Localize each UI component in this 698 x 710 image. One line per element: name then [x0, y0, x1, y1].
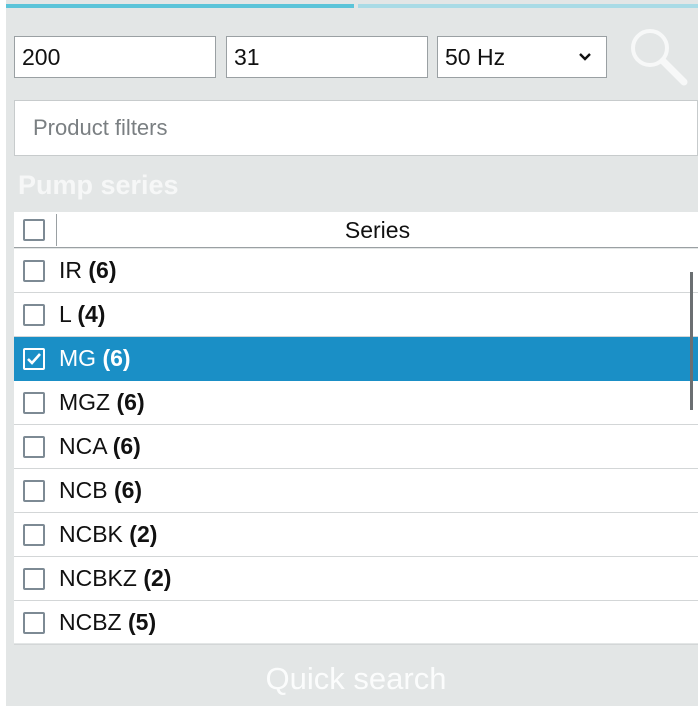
quick-search-button[interactable]: Quick search — [14, 648, 698, 706]
head-input[interactable]: 31 — [226, 36, 428, 78]
magnifier-icon[interactable] — [626, 24, 692, 90]
list-item[interactable]: IR (6) — [14, 249, 698, 293]
series-list: IR (6) L (4) MG (6) MGZ (6) NCA (6) NCB … — [14, 249, 698, 645]
series-name: NCA — [59, 433, 107, 459]
series-name: IR — [59, 257, 82, 283]
series-count: (6) — [113, 477, 143, 503]
chevron-down-icon — [579, 53, 591, 61]
frequency-select[interactable]: 50 Hz — [437, 36, 607, 78]
series-column-header[interactable]: Series — [57, 212, 698, 248]
series-name: NCBK — [59, 521, 123, 547]
series-count: (2) — [143, 565, 172, 591]
series-count: (4) — [77, 301, 106, 327]
series-count: (6) — [112, 433, 141, 459]
list-item[interactable]: MGZ (6) — [14, 381, 698, 425]
series-count: (6) — [116, 389, 145, 415]
list-item[interactable]: NCA (6) — [14, 425, 698, 469]
select-all-checkbox[interactable] — [23, 219, 45, 241]
series-name: MG — [59, 345, 97, 371]
checkbox[interactable] — [23, 568, 45, 590]
checkbox[interactable] — [23, 304, 45, 326]
checkbox-checked[interactable] — [23, 348, 45, 370]
checkbox[interactable] — [23, 392, 45, 414]
checkbox[interactable] — [23, 260, 45, 282]
frequency-value: 50 Hz — [445, 44, 506, 70]
list-item[interactable]: NCBZ (5) — [14, 601, 698, 645]
checkbox[interactable] — [23, 612, 45, 634]
list-item[interactable]: L (4) — [14, 293, 698, 337]
list-item-selected[interactable]: MG (6) — [14, 337, 698, 381]
series-count: (6) — [102, 345, 131, 371]
size-input[interactable]: 200 — [14, 36, 216, 78]
checkbox[interactable] — [23, 480, 45, 502]
section-title: Pump series — [18, 170, 179, 200]
list-item[interactable]: NCBK (2) — [14, 513, 698, 557]
list-item[interactable]: NCBKZ (2) — [14, 557, 698, 601]
checkmark-icon — [27, 353, 41, 365]
product-filters-input[interactable]: Product filters — [14, 100, 698, 156]
tab-indicator-active[interactable] — [6, 4, 354, 8]
series-count: (2) — [129, 521, 158, 547]
series-name: NCBKZ — [59, 565, 137, 591]
checkbox[interactable] — [23, 436, 45, 458]
series-name: L — [59, 301, 71, 327]
series-count: (5) — [128, 609, 157, 635]
series-table-header: Series — [14, 212, 698, 248]
series-name: NCBZ — [59, 609, 122, 635]
list-scrollbar[interactable] — [690, 272, 693, 410]
list-item[interactable]: NCB (6) — [14, 469, 698, 513]
series-name: NCB — [59, 477, 108, 503]
series-count: (6) — [88, 257, 117, 283]
checkbox[interactable] — [23, 524, 45, 546]
series-name: MGZ — [59, 389, 111, 415]
tab-indicator-inactive[interactable] — [358, 4, 698, 8]
